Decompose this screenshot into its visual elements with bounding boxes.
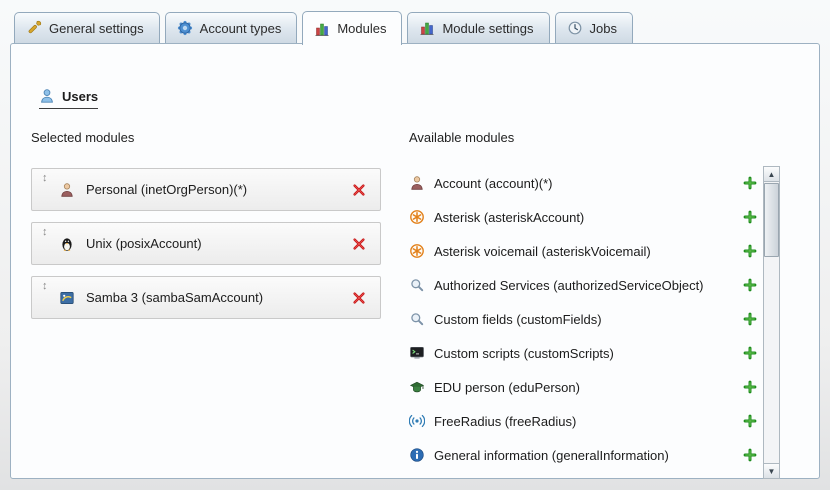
- terminal-icon: [409, 345, 425, 361]
- module-name: General information (generalInformation): [434, 448, 734, 463]
- scroll-down-button[interactable]: ▼: [764, 463, 779, 478]
- module-name: Asterisk voicemail (asteriskVoicemail): [434, 244, 734, 259]
- available-modules-label: Available modules: [409, 130, 514, 145]
- selected-module-row[interactable]: ↕ Unix (posixAccount): [31, 222, 381, 265]
- module-name: Samba 3 (sambaSamAccount): [86, 290, 263, 305]
- red-x-icon: [352, 291, 366, 305]
- bar-chart-icon: [419, 20, 435, 36]
- drag-handle-icon[interactable]: ↕: [42, 226, 48, 238]
- tab-label: Module settings: [442, 21, 533, 36]
- selected-modules-list: ↕ Personal (inetOrgPerson)(*) ↕ Unix (po…: [31, 168, 381, 319]
- bar-chart-icon: [314, 21, 330, 37]
- magnifier-icon: [409, 311, 425, 327]
- module-name: FreeRadius (freeRadius): [434, 414, 734, 429]
- plus-icon: [743, 278, 757, 292]
- add-module-button[interactable]: [743, 176, 757, 190]
- plus-icon: [743, 210, 757, 224]
- tab-account-types[interactable]: Account types: [165, 12, 298, 43]
- available-module-row: EDU person (eduPerson): [409, 370, 761, 404]
- remove-module-button[interactable]: [352, 237, 366, 251]
- section-title: Users: [62, 89, 98, 104]
- add-module-button[interactable]: [743, 244, 757, 258]
- selected-module-row[interactable]: ↕ Samba 3 (sambaSamAccount): [31, 276, 381, 319]
- badge-icon: [177, 20, 193, 36]
- module-name: Authorized Services (authorizedServiceOb…: [434, 278, 734, 293]
- magnifier-icon: [409, 277, 425, 293]
- add-module-button[interactable]: [743, 346, 757, 360]
- tab-label: Account types: [200, 21, 282, 36]
- person-icon: [59, 182, 75, 198]
- tab-module-settings[interactable]: Module settings: [407, 12, 549, 43]
- asterisk-icon: [409, 209, 425, 225]
- available-module-row: Account (account)(*): [409, 166, 761, 200]
- tab-general-settings[interactable]: General settings: [14, 12, 160, 43]
- add-module-button[interactable]: [743, 380, 757, 394]
- wrench-icon: [26, 20, 42, 36]
- module-name: Unix (posixAccount): [86, 236, 202, 251]
- module-name: Custom scripts (customScripts): [434, 346, 734, 361]
- plus-icon: [743, 380, 757, 394]
- tab-jobs[interactable]: Jobs: [555, 12, 633, 43]
- available-module-row: Asterisk voicemail (asteriskVoicemail): [409, 234, 761, 268]
- person-icon: [409, 175, 425, 191]
- add-module-button[interactable]: [743, 312, 757, 326]
- scrollbar-track[interactable]: [764, 182, 779, 463]
- scroll-up-button[interactable]: ▲: [764, 167, 779, 182]
- red-x-icon: [352, 237, 366, 251]
- module-name: Custom fields (customFields): [434, 312, 734, 327]
- info-icon: [409, 447, 425, 463]
- add-module-button[interactable]: [743, 414, 757, 428]
- remove-module-button[interactable]: [352, 291, 366, 305]
- add-module-button[interactable]: [743, 278, 757, 292]
- clock-icon: [567, 20, 583, 36]
- plus-icon: [743, 448, 757, 462]
- tab-modules[interactable]: Modules: [302, 11, 402, 45]
- selected-modules-label: Selected modules: [31, 130, 134, 145]
- remove-module-button[interactable]: [352, 183, 366, 197]
- red-x-icon: [352, 183, 366, 197]
- tab-bar: General settings Account types Modules M…: [14, 11, 633, 45]
- penguin-icon: [59, 236, 75, 252]
- available-module-row: FreeRadius (freeRadius): [409, 404, 761, 438]
- tab-label: General settings: [49, 21, 144, 36]
- user-icon: [39, 88, 55, 104]
- add-module-button[interactable]: [743, 210, 757, 224]
- module-name: Personal (inetOrgPerson)(*): [86, 182, 247, 197]
- graduation-cap-icon: [409, 379, 425, 395]
- plus-icon: [743, 346, 757, 360]
- plus-icon: [743, 414, 757, 428]
- selected-module-row[interactable]: ↕ Personal (inetOrgPerson)(*): [31, 168, 381, 211]
- available-module-row: Custom fields (customFields): [409, 302, 761, 336]
- samba-icon: [59, 290, 75, 306]
- available-module-row: Asterisk (asteriskAccount): [409, 200, 761, 234]
- tab-label: Modules: [337, 21, 386, 36]
- available-module-row: Authorized Services (authorizedServiceOb…: [409, 268, 761, 302]
- scrollbar[interactable]: ▲ ▼: [763, 166, 780, 479]
- content-panel: Users Selected modules Available modules…: [10, 43, 820, 479]
- available-module-row: General information (generalInformation): [409, 438, 761, 472]
- add-module-button[interactable]: [743, 448, 757, 462]
- tab-label: Jobs: [590, 21, 617, 36]
- plus-icon: [743, 176, 757, 190]
- available-module-row: Custom scripts (customScripts): [409, 336, 761, 370]
- available-modules-list: Account (account)(*) Asterisk (asteriskA…: [409, 166, 761, 472]
- section-heading: Users: [39, 88, 98, 109]
- module-name: EDU person (eduPerson): [434, 380, 734, 395]
- asterisk-icon: [409, 243, 425, 259]
- module-name: Asterisk (asteriskAccount): [434, 210, 734, 225]
- drag-handle-icon[interactable]: ↕: [42, 280, 48, 292]
- scrollbar-thumb[interactable]: [764, 183, 779, 257]
- plus-icon: [743, 312, 757, 326]
- plus-icon: [743, 244, 757, 258]
- module-name: Account (account)(*): [434, 176, 734, 191]
- drag-handle-icon[interactable]: ↕: [42, 172, 48, 184]
- signal-icon: [409, 413, 425, 429]
